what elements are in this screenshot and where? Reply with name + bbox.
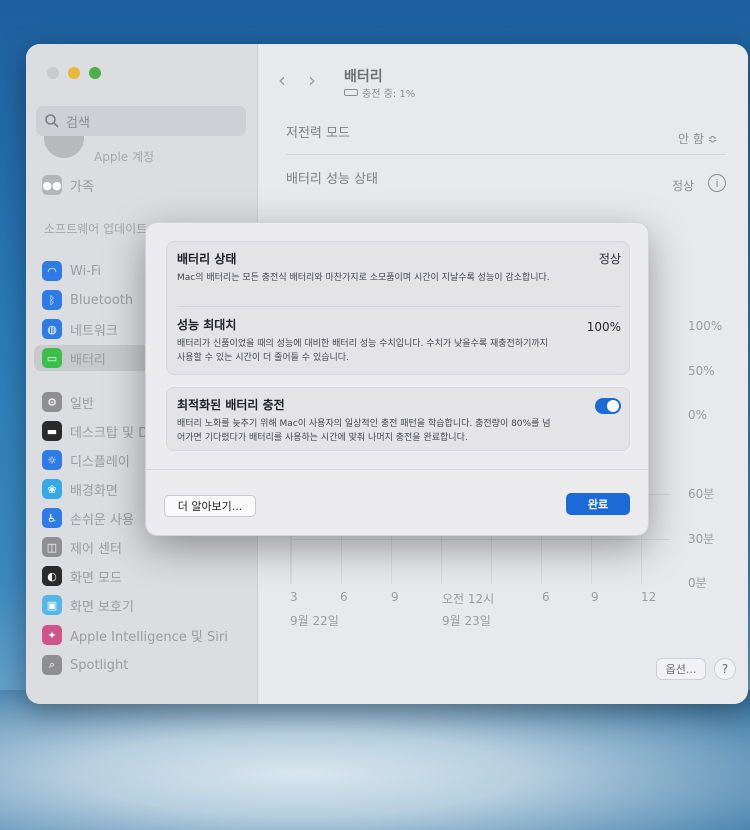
back-icon[interactable]: ‹ [278, 68, 286, 92]
family-icon: ●● [42, 175, 62, 195]
battery-state-title: 배터리 상태 [177, 252, 237, 266]
optimized-charging-toggle[interactable] [595, 398, 621, 414]
window-controls [47, 67, 101, 79]
optimized-charging-desc: 배터리 노화를 늦추기 위해 Mac이 사용자의 일상적인 충전 패턴을 학습합… [177, 419, 551, 443]
optimized-charging-title: 최적화된 배터리 충전 [177, 398, 285, 412]
battery-health-value: 정상 [672, 179, 695, 193]
x-tick: 9 [391, 590, 399, 604]
sidebar-item-family[interactable]: ●● 가족 [42, 172, 94, 198]
sidebar-item-wallpaper[interactable]: ❀ 배경화면 [42, 476, 118, 502]
wifi-icon: ◠ [42, 261, 62, 281]
sidebar-item-general[interactable]: ⚙ 일반 [42, 389, 94, 415]
y-label-60min: 60분 [688, 487, 715, 501]
optimized-charging-group: 최적화된 배터리 충전 배터리 노화를 늦추기 위해 Mac이 사용자의 일상적… [166, 387, 630, 451]
sidebar-item-appearance[interactable]: ◐ 화면 모드 [42, 563, 122, 589]
divider [146, 469, 648, 470]
options-button[interactable]: 옵션... [656, 658, 706, 680]
battery-state-value: 정상 [598, 252, 621, 266]
minimize-button[interactable] [68, 67, 80, 79]
x-tick: 6 [542, 590, 550, 604]
divider [286, 154, 726, 155]
y-label-50: 50% [688, 364, 715, 378]
wallpaper-icon: ❀ [42, 479, 62, 499]
learn-more-button[interactable]: 더 알아보기... [164, 495, 256, 517]
siri-icon: ✦ [42, 625, 62, 645]
wallpaper [0, 690, 750, 830]
info-icon[interactable]: i [708, 174, 726, 192]
search-input[interactable]: 검색 [36, 106, 246, 136]
search-placeholder: 검색 [66, 115, 90, 131]
battery-health-label: 배터리 성능 상태 [286, 172, 378, 187]
done-button[interactable]: 완료 [566, 493, 630, 515]
optimized-charging-item: 최적화된 배터리 충전 배터리 노화를 늦추기 위해 Mac이 사용자의 일상적… [177, 396, 621, 445]
max-capacity-item: 성능 최대치 100% 배터리가 신품이었을 때의 성능에 대비한 배터리 성능… [177, 316, 621, 365]
globe-icon: ◍ [42, 319, 62, 339]
health-group: 배터리 상태 정상 Mac의 배터리는 모든 충전식 배터리와 마찬가지로 소모… [166, 241, 630, 375]
y-label-0min: 0분 [688, 576, 707, 590]
max-capacity-desc: 배터리가 신품이었을 때의 성능에 대비한 배터리 성능 수치입니다. 수치가 … [177, 339, 548, 363]
battery-mini-icon [344, 89, 358, 96]
sidebar-item-displays[interactable]: ☼ 디스플레이 [42, 447, 130, 473]
software-update-label[interactable]: 소프트웨어 업데이트 [44, 220, 147, 237]
nav-arrows: ‹ › [278, 68, 316, 92]
sidebar-item-network[interactable]: ◍ 네트워크 [42, 316, 118, 342]
avatar[interactable] [44, 136, 84, 158]
accessibility-icon: ♿ [42, 508, 62, 528]
appearance-icon: ◐ [42, 566, 62, 586]
search-icon [45, 114, 59, 128]
x-tick: 3 [290, 590, 298, 604]
sidebar-item-wifi[interactable]: ◠ Wi-Fi [42, 258, 101, 284]
low-power-select[interactable]: 안 함 ≎ [678, 130, 718, 147]
x-tick: 9 [591, 590, 599, 604]
sidebar-item-spotlight[interactable]: ⌕ Spotlight [42, 652, 128, 678]
display-icon: ☼ [42, 450, 62, 470]
screen-saver-icon: ▣ [42, 595, 62, 615]
close-button[interactable] [47, 67, 59, 79]
sidebar-item-control-center[interactable]: ◫ 제어 센터 [42, 534, 122, 560]
sidebar-item-accessibility[interactable]: ♿ 손쉬운 사용 [42, 505, 134, 531]
battery-health-sheet: 배터리 상태 정상 Mac의 배터리는 모든 충전식 배터리와 마찬가지로 소모… [145, 222, 649, 536]
control-center-icon: ◫ [42, 537, 62, 557]
account-subtitle: Apple 계정 [94, 150, 155, 164]
forward-icon[interactable]: › [308, 68, 316, 92]
sidebar-item-screen-saver[interactable]: ▣ 화면 보호기 [42, 592, 134, 618]
max-capacity-title: 성능 최대치 [177, 318, 237, 332]
max-capacity-value: 100% [586, 320, 621, 334]
charging-status: 충전 중: 1% [344, 85, 415, 100]
page-title: 배터리 [344, 69, 383, 85]
low-power-label: 저전력 모드 [286, 126, 350, 141]
sidebar-item-siri[interactable]: ✦ Apple Intelligence 및 Siri [42, 622, 228, 648]
date-label: 9월 23일 [442, 614, 491, 628]
battery-state-item: 배터리 상태 정상 Mac의 배터리는 모든 충전식 배터리와 마찬가지로 소모… [177, 250, 621, 285]
x-tick: 12 [641, 590, 657, 604]
bluetooth-icon: ᛒ [42, 290, 62, 310]
y-label-30min: 30분 [688, 532, 715, 546]
sidebar-item-bluetooth[interactable]: ᛒ Bluetooth [42, 287, 133, 313]
gear-icon: ⚙ [42, 392, 62, 412]
y-label-0: 0% [688, 408, 708, 422]
divider [177, 306, 621, 307]
battery-icon: ▭ [42, 348, 62, 368]
x-tick: 6 [340, 590, 348, 604]
help-button[interactable]: ? [714, 658, 736, 680]
date-label: 9월 22일 [290, 614, 339, 628]
dock-icon: ▬ [42, 421, 62, 441]
x-tick: 오전 12시 [442, 592, 495, 606]
spotlight-icon: ⌕ [42, 655, 62, 675]
zoom-button[interactable] [89, 67, 101, 79]
y-label-100: 100% [688, 319, 723, 333]
battery-state-desc: Mac의 배터리는 모든 충전식 배터리와 마찬가지로 소모품이며 시간이 지날… [177, 273, 550, 283]
